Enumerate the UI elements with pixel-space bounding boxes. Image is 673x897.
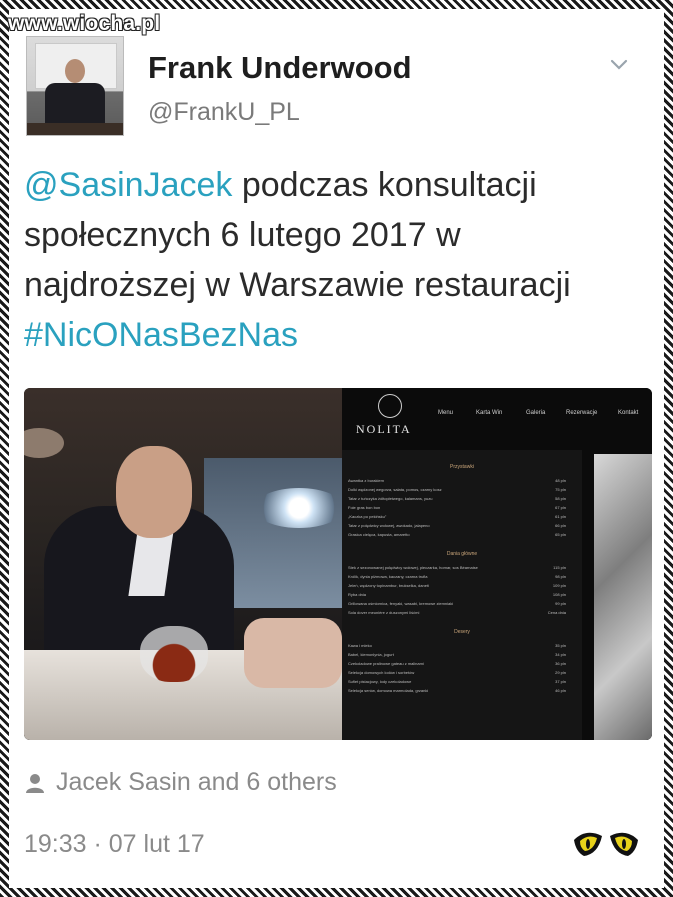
menu-item-price: 98 pln	[555, 574, 566, 579]
menu-item: Suflet pistacjowy, lody czekoladowe 37 pl…	[348, 679, 566, 686]
nav-item: Galeria	[526, 410, 546, 416]
nav-item: Menu	[438, 410, 454, 416]
menu-section-title: Przystawki	[450, 464, 474, 470]
nav-item: Kontakt	[618, 410, 639, 416]
menu-item: Królik, dynia piżmowa, kaczany, czarna t…	[348, 574, 566, 581]
xray-image	[594, 454, 652, 740]
menu-item-price: 34 pln	[555, 652, 566, 657]
menu-item-price: 109 pln	[552, 583, 566, 588]
menu-item: Jeleń, wędzony topinambur, brukselka, da…	[348, 583, 566, 590]
menu-item-price: 29 pln	[555, 670, 566, 675]
menu-item: Tatar z polędwicy wołowej, awokado, jala…	[348, 523, 566, 530]
menu-item-name: Suflet pistacjowy, lody czekoladowe	[348, 679, 412, 684]
menu-item-name: Jeleń, wędzony topinambur, brukselka, da…	[348, 583, 429, 588]
person-icon	[24, 772, 46, 794]
tweet-text: @SasinJacek podczas konsultacji społeczn…	[24, 160, 644, 360]
hashtag-link[interactable]: #NicONasBezNas	[24, 310, 644, 360]
profile-handle[interactable]: @FrankU_PL	[148, 98, 300, 127]
timestamp: 19:33 · 07 lut 17	[24, 830, 205, 858]
menu-section-title: Desery	[454, 629, 470, 635]
menu-section-title: Dania główne	[446, 551, 478, 557]
menu-item: Dolki wędzonej wegorza, sałata, pomos, c…	[348, 487, 566, 494]
eyes-icon	[574, 832, 638, 856]
menu-logo: NOLITA	[356, 422, 412, 436]
tweet-line-2: społecznych 6 lutego 2017 w	[24, 216, 461, 254]
menu-item-name: Babel, kiemonlynia, jogurt	[348, 652, 394, 657]
menu-item: Ryba dnia 108 pln	[348, 592, 566, 599]
menu-screenshot: NOLITA Menu Karta Win Galeria Rezerwacje…	[342, 388, 652, 740]
chevron-down-icon[interactable]	[610, 56, 628, 74]
menu-item-price: 37 pln	[555, 679, 566, 684]
menu-item: Czekoladowe pralinowe gateau z malinami 3…	[348, 661, 566, 668]
menu-item: Grasica cielęca, kapusta, amaretto 65 pln	[348, 532, 566, 539]
menu-item: Awantka z burakiem 48 pln	[348, 478, 566, 485]
menu-item-price: 61 pln	[555, 514, 566, 519]
nav-item: Karta Win	[476, 410, 503, 416]
mention-link[interactable]: @SasinJacek	[24, 166, 232, 204]
menu-item: Sola dover meunière z duszonymi liśćmi Ce…	[348, 610, 566, 617]
menu-item-price: 46 pln	[555, 688, 566, 693]
menu-item: Tatar z tuńczyka żółtopłetwego, kalamans…	[348, 496, 566, 503]
menu-item: Babel, kiemonlynia, jogurt 34 pln	[348, 652, 566, 659]
menu-item-name: Awantka z burakiem	[348, 478, 384, 483]
menu-item-name: Tatar z tuńczyka żółtopłetwego, kalamans…	[348, 496, 433, 501]
teapot	[140, 626, 208, 682]
menu-item-name: Czekoladowe pralinowe gateau z malinami	[348, 661, 424, 666]
menu-item-name: Selekcja domowych lodów i sorbetów	[348, 670, 415, 675]
menu-item-price: 99 pln	[555, 601, 566, 606]
menu-item: Kawa i mleko 35 pln	[348, 643, 566, 650]
menu-item-price: 36 pln	[555, 661, 566, 666]
menu-item: Selekcja domowych lodów i sorbetów 29 pln	[348, 670, 566, 677]
nav-item: Rezerwacje	[566, 410, 598, 416]
menu-item-price: 35 pln	[555, 643, 566, 648]
tweet-line-3: najdroższej w Warszawie restauracji	[24, 266, 571, 304]
tweet-photo[interactable]: NOLITA Menu Karta Win Galeria Rezerwacje…	[24, 388, 652, 740]
menu-card: Przystawki Awantka z burakiem 48 pln Dolki …	[342, 450, 582, 740]
menu-item: Grillowana ośmiornica, fenyaki, wasabi, …	[348, 601, 566, 608]
menu-item-name: Kawa i mleko	[348, 643, 372, 648]
watermark: www.wiocha.pl	[8, 12, 161, 35]
menu-item-name: Królik, dynia piżmowa, kaczany, czarna t…	[348, 574, 428, 579]
menu-item: Stek z sezonowanej polędwicy wołowej, pi…	[348, 565, 566, 572]
restaurant-photo	[24, 388, 344, 740]
menu-item-price: 108 pln	[552, 592, 566, 597]
logo-icon	[378, 394, 402, 418]
menu-item-name: Ryba dnia	[348, 592, 367, 597]
menu-item: Foie gras bon bon 67 pln	[348, 505, 566, 512]
avatar[interactable]	[26, 36, 124, 136]
menu-item-price: 115 pln	[553, 565, 566, 570]
menu-item: „Kaczka po pekińsku" 61 pln	[348, 514, 566, 521]
menu-item-name: Sola dover meunière z duszonymi liśćmi	[348, 610, 420, 615]
menu-item-name: Foie gras bon bon	[348, 505, 381, 510]
menu-item-price: 48 pln	[555, 478, 566, 483]
menu-item-name: Tatar z polędwicy wołowej, awokado, jala…	[348, 523, 430, 528]
menu-item-price: Cena dnia	[547, 610, 566, 615]
likes-text: Jacek Sasin and 6 others	[56, 768, 337, 796]
profile-name[interactable]: Frank Underwood	[148, 50, 412, 86]
menu-item-price: 58 pln	[555, 496, 566, 501]
menu-item: Selekcja serów, domowa marmolada, grzank…	[348, 688, 566, 695]
menu-item-name: Grillowana ośmiornica, fenyaki, wasabi, …	[348, 601, 454, 606]
menu-item-price: 66 pln	[555, 523, 566, 528]
menu-item-name: „Kaczka po pekińsku"	[348, 514, 387, 519]
menu-item-name: Grasica cielęca, kapusta, amaretto	[348, 532, 410, 537]
menu-item-price: 67 pln	[555, 505, 566, 510]
menu-item-name: Dolki wędzonej wegorza, sałata, pomos, c…	[348, 487, 442, 492]
menu-item-price: 65 pln	[555, 532, 566, 537]
menu-item-price: 75 pln	[555, 487, 566, 492]
tweet-line-1: podczas konsultacji	[232, 166, 537, 204]
menu-item-name: Stek z sezonowanej polędwicy wołowej, pi…	[348, 565, 478, 570]
likes-row[interactable]: Jacek Sasin and 6 others	[24, 768, 337, 797]
menu-item-name: Selekcja serów, domowa marmolada, grzank…	[348, 688, 429, 693]
